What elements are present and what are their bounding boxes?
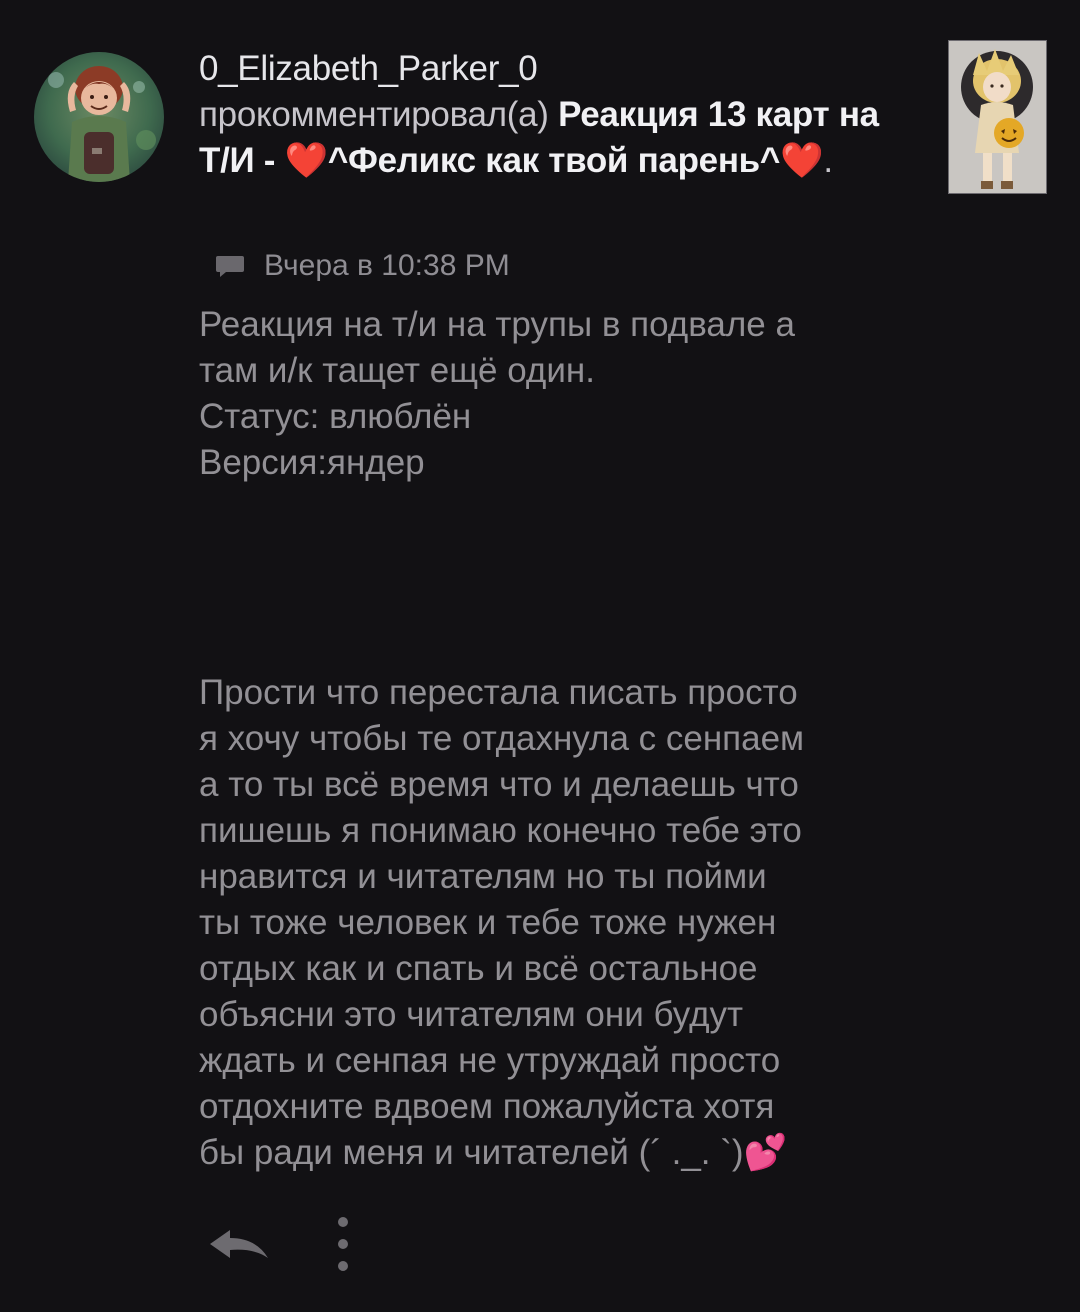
heart-emoji: ❤️: [284, 141, 329, 180]
comment-timestamp: Вчера в 10:38 PM: [264, 249, 510, 282]
user-avatar[interactable]: [34, 52, 164, 182]
reply-arrow-icon[interactable]: [206, 1224, 270, 1264]
action-text: прокомментировал(а): [199, 95, 549, 134]
vertical-dots-icon[interactable]: [336, 1214, 350, 1274]
comment-header: 0_Elizabeth_Parker_0 прокомментировал(а)…: [199, 46, 889, 184]
comment-actions: [206, 1214, 350, 1274]
post-thumbnail[interactable]: [948, 40, 1047, 194]
post-title-end: .: [823, 141, 833, 180]
comment-bubble-icon: [216, 256, 244, 277]
comment-text-part1: Реакция на т/и на трупы в подвале а там …: [199, 305, 795, 482]
comment-text-part2: Прости что перестала писать просто я хоч…: [199, 673, 805, 1172]
post-title-middle: ^Феликс как твой парень^: [327, 141, 781, 180]
heart-emoji: ❤️: [780, 141, 824, 180]
author-name[interactable]: 0_Elizabeth_Parker_0: [199, 46, 889, 92]
comment-meta: Вчера в 10:38 PM: [214, 246, 510, 286]
